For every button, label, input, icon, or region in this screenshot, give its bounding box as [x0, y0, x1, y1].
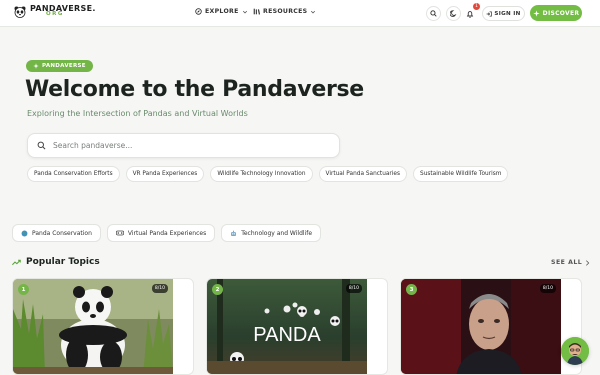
- hero-badge-label: PANDAVERSE: [42, 63, 86, 69]
- topic-score-badge: 8/10: [539, 284, 556, 293]
- category-panda-conservation[interactable]: Panda Conservation: [12, 224, 101, 242]
- popular-topics-heading: Popular Topics: [12, 257, 100, 267]
- search-button[interactable]: [426, 6, 441, 21]
- sign-in-label: SIGN IN: [494, 10, 521, 17]
- chevron-down-icon: [311, 10, 316, 13]
- panda-photo: [13, 279, 173, 374]
- topic-rank-badge: 3: [406, 284, 417, 295]
- sparkle-icon: [533, 9, 540, 17]
- theme-toggle-button[interactable]: [446, 6, 461, 21]
- globe-icon: [21, 230, 28, 236]
- nav-explore[interactable]: EXPLORE: [195, 8, 248, 15]
- panda-forest-scene: PANDA: [207, 279, 367, 374]
- suggestion-chip[interactable]: VR Panda Experiences: [125, 166, 205, 182]
- topic-card[interactable]: 1 8/10: [12, 278, 194, 375]
- sparkle-icon: [33, 63, 39, 69]
- notifications-button[interactable]: 1: [462, 3, 480, 21]
- topic-card-image: 1 8/10: [13, 279, 173, 374]
- search-box[interactable]: [27, 133, 340, 158]
- compass-icon: [195, 8, 202, 15]
- login-icon: [486, 11, 493, 16]
- topic-rank-badge: 1: [18, 284, 29, 295]
- discover-button[interactable]: DISCOVER: [530, 5, 582, 21]
- vr-goggles-icon: [115, 230, 124, 236]
- avatar: [561, 337, 589, 365]
- category-label: Panda Conservation: [32, 229, 92, 237]
- suggested-searches: Panda Conservation Efforts VR Panda Expe…: [27, 166, 509, 182]
- see-all-label: SEE ALL: [551, 259, 583, 266]
- topic-card[interactable]: PANDA 2 8/10: [206, 278, 388, 375]
- speaker-photo: [401, 279, 561, 374]
- discover-label: DISCOVER: [542, 9, 580, 17]
- logo-subtitle: ORG: [46, 11, 64, 17]
- popular-topics-title: Popular Topics: [26, 257, 100, 267]
- topic-score-badge: 8/10: [151, 284, 168, 293]
- suggestion-chip[interactable]: Sustainable Wildlife Tourism: [413, 166, 509, 182]
- search-input[interactable]: [53, 141, 323, 150]
- nav-explore-label: EXPLORE: [205, 8, 239, 15]
- topic-card-image: 3 8/10: [401, 279, 561, 374]
- suggestion-chip[interactable]: Virtual Panda Sanctuaries: [318, 166, 408, 182]
- category-technology-and-wildlife[interactable]: Technology and Wildlife: [221, 224, 322, 242]
- category-tabs: Panda Conservation Virtual Panda Experie…: [12, 224, 322, 242]
- suggestion-chip[interactable]: Wildlife Technology Innovation: [210, 166, 313, 182]
- hero-badge: PANDAVERSE: [26, 60, 93, 72]
- search-icon: [430, 10, 437, 17]
- page-title: Welcome to the Pandaverse: [25, 77, 364, 102]
- trending-icon: [12, 259, 21, 265]
- moon-icon: [450, 10, 457, 17]
- nav-resources[interactable]: RESOURCES: [253, 8, 316, 15]
- nav-resources-label: RESOURCES: [263, 8, 308, 15]
- see-all-link[interactable]: SEE ALL: [551, 259, 590, 266]
- topic-card-image: PANDA 2 8/10: [207, 279, 367, 374]
- assistant-avatar-button[interactable]: [561, 337, 589, 365]
- category-label: Technology and Wildlife: [241, 229, 313, 237]
- search-icon: [37, 141, 46, 150]
- panda-logo-icon: [14, 6, 26, 18]
- topic-score-badge: 8/10: [345, 284, 362, 293]
- suggestion-chip[interactable]: Panda Conservation Efforts: [27, 166, 120, 182]
- library-icon: [253, 8, 260, 15]
- chevron-right-icon: [586, 259, 590, 266]
- chevron-down-icon: [242, 10, 247, 13]
- notification-count-badge: 1: [473, 3, 480, 10]
- top-header: PANDAVERSE. ORG EXPLORE RESOURCES 1 SIGN…: [0, 0, 600, 27]
- card-caption: PANDA: [253, 324, 321, 346]
- sign-in-button[interactable]: SIGN IN: [482, 6, 525, 21]
- bell-icon: [466, 10, 473, 18]
- topic-card[interactable]: 3 8/10: [400, 278, 582, 375]
- robot-icon: [231, 230, 237, 236]
- page-subtitle: Exploring the Intersection of Pandas and…: [27, 109, 248, 118]
- category-label: Virtual Panda Experiences: [127, 229, 207, 237]
- topic-rank-badge: 2: [212, 284, 223, 295]
- category-virtual-panda-experiences[interactable]: Virtual Panda Experiences: [106, 224, 216, 242]
